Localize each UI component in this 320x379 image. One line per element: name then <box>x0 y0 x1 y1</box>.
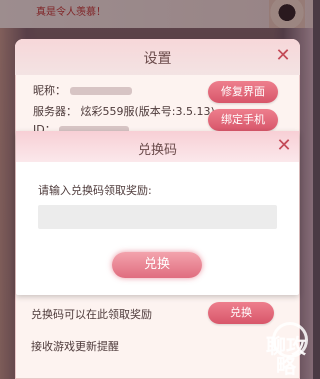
redeem-code-input[interactable] <box>38 205 277 229</box>
nickname-label: 昵称： <box>33 84 66 97</box>
update-notify-label: 接收游戏更新提醒 <box>31 340 119 353</box>
repair-ui-button[interactable]: 修复界面 <box>208 81 278 103</box>
redeem-confirm-button[interactable]: 兑换 <box>112 252 202 278</box>
nickname-row: 昵称： <box>33 82 132 98</box>
open-redeem-button[interactable]: 兑换 <box>208 302 274 324</box>
server-label: 服务器： <box>33 105 77 118</box>
server-row: 服务器： 炫彩559服(版本号:3.5.13) <box>33 103 215 119</box>
redeem-title: 兑换码 <box>137 143 177 158</box>
nickname-value-redacted <box>69 87 132 95</box>
settings-title: 设置 <box>143 51 172 67</box>
redeem-prompt: 请输入兑换码领取奖励: <box>38 184 152 197</box>
redeem-hint: 兑换码可以在此领取奖励 <box>31 308 152 321</box>
settings-close-icon[interactable]: ✕ <box>274 47 292 65</box>
watermark-text: 聊攻略 <box>266 334 306 378</box>
redeem-close-icon[interactable]: ✕ <box>275 137 293 155</box>
redeem-dialog: 兑换码 ✕ 请输入兑换码领取奖励: 兑换 <box>16 131 299 295</box>
server-value: 炫彩559服(版本号:3.5.13) <box>80 105 215 118</box>
bind-phone-button[interactable]: 绑定手机 <box>208 109 278 131</box>
